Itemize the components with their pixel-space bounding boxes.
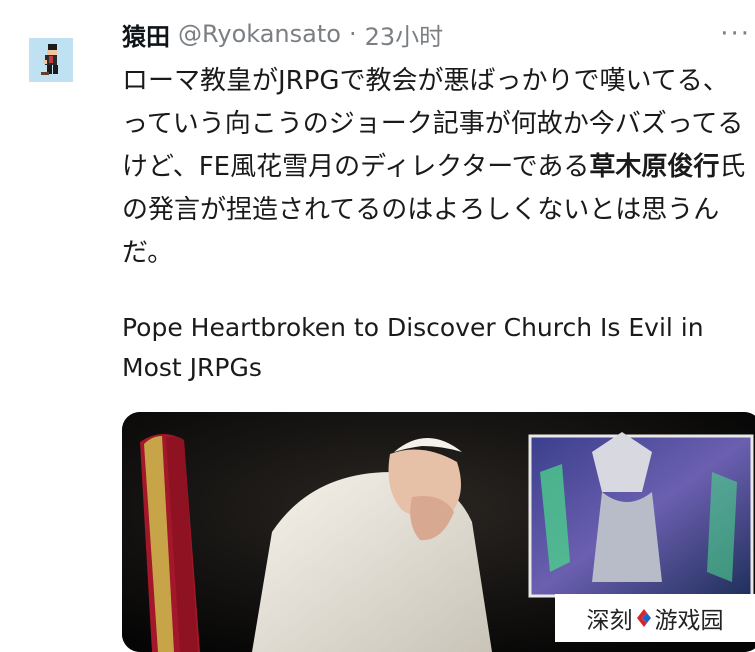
avatar-image <box>29 38 73 82</box>
watermark-text-left: 深刻 <box>586 608 633 634</box>
site-logo-icon <box>636 609 651 627</box>
tweet-text: ローマ教皇がJRPGで教会が悪ばっかりで嘆いてる、っていう向こうのジョーク記事が… <box>122 60 752 275</box>
pixel-character-icon <box>29 38 73 82</box>
more-options-icon[interactable]: ··· <box>720 14 751 54</box>
link-headline[interactable]: Pope Heartbroken to Discover Church Is E… <box>122 308 742 388</box>
watermark-text-right: 游戏园 <box>654 608 724 634</box>
timestamp[interactable]: 23小时 <box>365 17 444 52</box>
separator: · <box>348 20 357 48</box>
tweet-text-bold-name: 草木原俊行 <box>589 152 720 182</box>
user-handle[interactable]: @Ryokansato <box>178 20 341 48</box>
display-name[interactable]: 猿田 <box>122 17 170 52</box>
site-watermark: 深刻 游戏园 <box>555 594 755 642</box>
avatar[interactable] <box>17 20 83 98</box>
tweet-header: 猿田 @Ryokansato · 23小时 <box>122 14 735 54</box>
